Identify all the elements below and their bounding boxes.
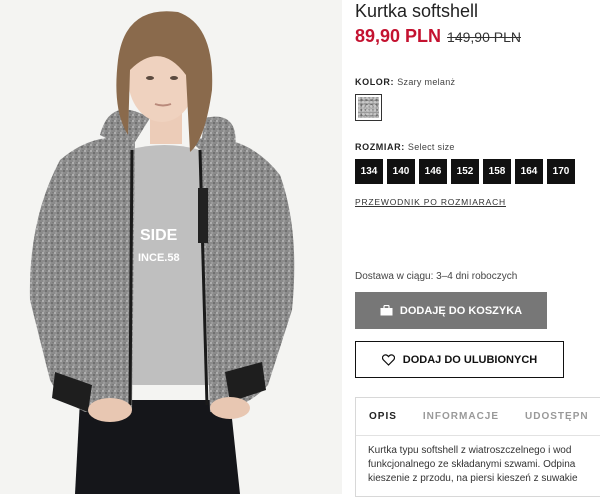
- color-label: KOLOR:: [355, 77, 395, 87]
- add-to-favorites-label: DODAJ DO ULUBIONYCH: [402, 353, 538, 366]
- swatch-fill: [358, 97, 379, 118]
- product-illustration: SIDE INCE.58: [0, 0, 342, 494]
- add-to-cart-button[interactable]: DODAJĘ DO KOSZYKA: [355, 292, 547, 329]
- shopping-bag-icon: [380, 305, 393, 316]
- product-title: Kurtka softshell: [355, 1, 479, 21]
- delivery-info: Dostawa w ciągu: 3–4 dni roboczych: [355, 271, 518, 282]
- color-value: Szary melanż: [397, 77, 456, 87]
- add-to-cart-label: DODAJĘ DO KOSZYKA: [399, 304, 523, 317]
- color-label-row: KOLOR: Szary melanż: [355, 77, 455, 87]
- size-option-134[interactable]: 134: [355, 159, 383, 184]
- tab-description[interactable]: OPIS: [369, 398, 397, 435]
- price-row: 89,90 PLN 149,90 PLN: [355, 26, 521, 47]
- details-tabs: OPIS INFORMACJE UDOSTĘPN Kurtka typu sof…: [355, 397, 600, 497]
- size-option-158[interactable]: 158: [483, 159, 511, 184]
- size-option-170[interactable]: 170: [547, 159, 575, 184]
- product-photo: SIDE INCE.58: [0, 0, 342, 494]
- old-price: 149,90 PLN: [447, 29, 521, 45]
- product-description: Kurtka typu softshell z wiatroszczelnego…: [356, 436, 600, 486]
- size-label: ROZMIAR:: [355, 142, 405, 152]
- size-label-row: ROZMIAR: Select size: [355, 142, 455, 152]
- description-line: kieszenie z przodu, na piersi kieszeń z …: [368, 473, 578, 484]
- shirt-print-line-2: INCE.58: [138, 252, 180, 264]
- tab-information[interactable]: INFORMACJE: [423, 398, 499, 435]
- size-options: 134 140 146 152 158 164 170: [355, 159, 575, 184]
- add-to-favorites-button[interactable]: DODAJ DO ULUBIONYCH: [355, 341, 564, 378]
- shirt-print-line-1: SIDE: [140, 227, 178, 244]
- current-price: 89,90 PLN: [355, 26, 442, 46]
- size-value: Select size: [407, 142, 455, 152]
- heart-icon: [381, 353, 395, 366]
- size-option-146[interactable]: 146: [419, 159, 447, 184]
- product-info-panel: Kurtka softshell 89,90 PLN 149,90 PLN KOL…: [355, 0, 600, 497]
- size-option-140[interactable]: 140: [387, 159, 415, 184]
- size-option-164[interactable]: 164: [515, 159, 543, 184]
- size-option-152[interactable]: 152: [451, 159, 479, 184]
- description-line: Kurtka typu softshell z wiatroszczelnego…: [368, 445, 572, 456]
- tab-share[interactable]: UDOSTĘPN: [525, 398, 589, 435]
- tab-bar: OPIS INFORMACJE UDOSTĘPN: [356, 398, 600, 436]
- color-swatch-grey-melange[interactable]: [355, 94, 382, 121]
- size-guide-link[interactable]: PRZEWODNIK PO ROZMIARACH: [355, 197, 506, 207]
- description-line: funkcjonalnego ze składanymi szwami. Odp…: [368, 459, 576, 470]
